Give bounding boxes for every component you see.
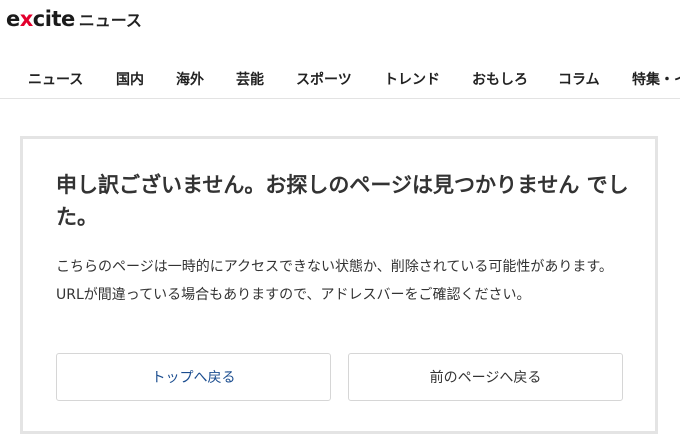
nav-item-feature[interactable]: 特集・イ [632, 69, 680, 89]
back-to-top-button[interactable]: トップへ戻る [56, 353, 331, 401]
error-title: 申し訳ございません。お探しのページは見つかりません でした。 [56, 173, 629, 229]
logo-section-label: ニュース [78, 11, 142, 30]
nav-item-world[interactable]: 海外 [176, 69, 204, 89]
nav-item-trend[interactable]: トレンド [384, 69, 440, 89]
nav-item-entertainment[interactable]: 芸能 [236, 69, 264, 89]
excite-logo[interactable]: excite ニュース [6, 7, 142, 37]
nav-item-funny[interactable]: おもしろ [472, 69, 528, 89]
nav-item-domestic[interactable]: 国内 [116, 69, 144, 89]
error-card: 申し訳ございません。お探しのページは見つかりません でした。 こちらのページは一… [20, 136, 658, 434]
nav-item-sports[interactable]: スポーツ [296, 69, 352, 89]
nav-item-column[interactable]: コラム [558, 69, 600, 89]
back-to-previous-button[interactable]: 前のページへ戻る [348, 353, 623, 401]
error-message: こちらのページは一時的にアクセスできない状態か、削除されている可能性があります。… [56, 259, 613, 303]
category-nav: ニュース 国内 海外 芸能 スポーツ トレンド おもしろ コラム 特集・イ [0, 56, 680, 99]
nav-item-news[interactable]: ニュース [28, 69, 83, 89]
site-header: excite ニュース [0, 0, 680, 50]
logo-wordmark: excite [6, 7, 75, 31]
